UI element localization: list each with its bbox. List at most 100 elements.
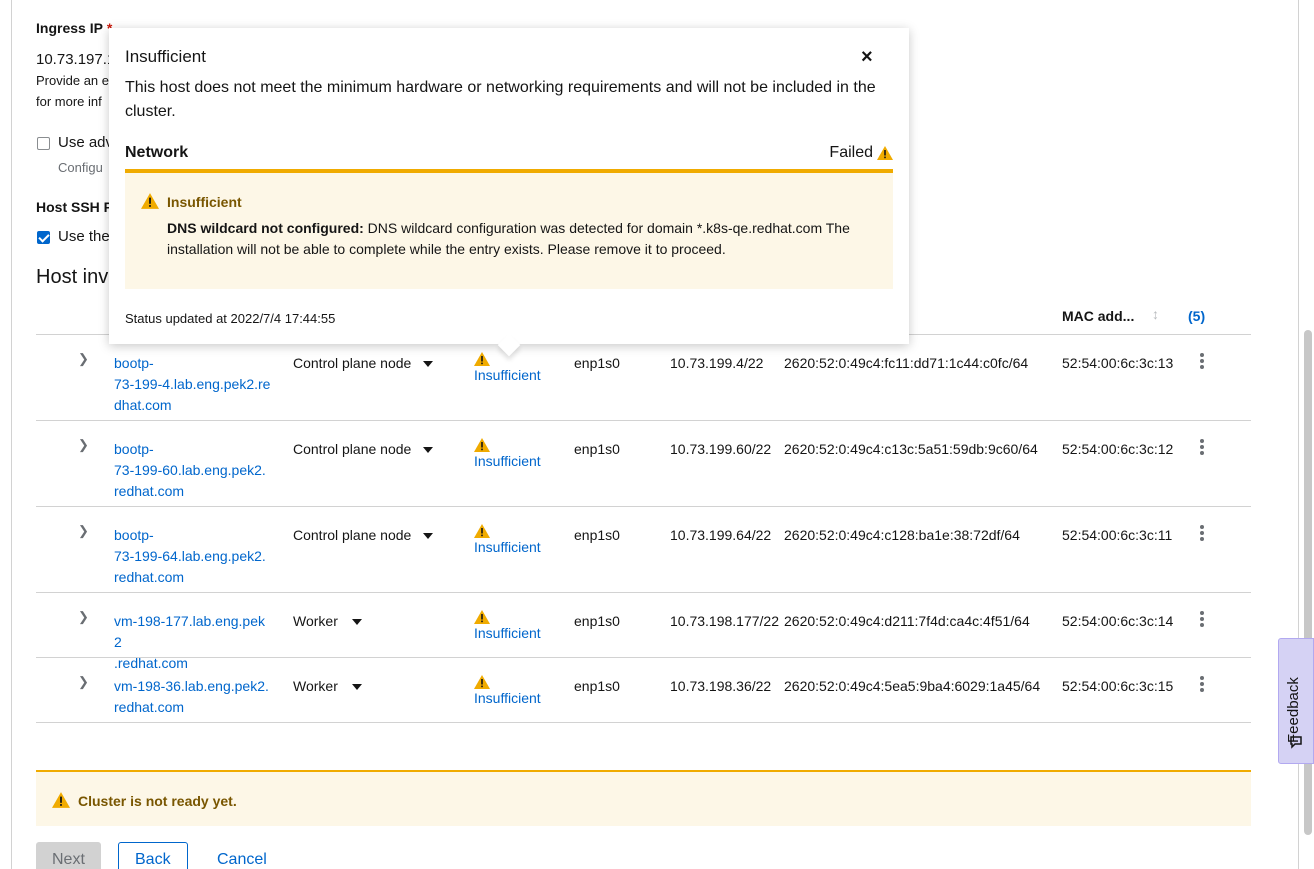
warning-icon (141, 193, 159, 209)
host-name-link[interactable]: bootp- 73-199-60.lab.eng.pek2. redhat.com (114, 439, 272, 502)
host-name-line: redhat.com (114, 569, 185, 585)
host-name-line: bootp- (114, 527, 154, 543)
warning-icon (474, 674, 490, 689)
role-dropdown[interactable]: Control plane node (293, 439, 434, 460)
warning-icon (877, 146, 893, 160)
role-dropdown[interactable]: Control plane node (293, 525, 434, 546)
host-name-link[interactable]: vm-198-36.lab.eng.pek2. redhat.com (114, 676, 272, 718)
ingress-ip-label: Ingress IP* (36, 20, 112, 36)
alert-strong-text: DNS wildcard not configured: (167, 220, 364, 236)
nic-name: enp1s0 (574, 527, 620, 543)
ipv4-address: 10.73.199.60/22 (670, 441, 772, 457)
status-label: Insufficient (474, 690, 541, 706)
table-row: ❯ bootp- 73-199-64.lab.eng.pek2. redhat.co… (36, 507, 1251, 593)
host-name-line: bootp- (114, 441, 154, 457)
network-status-text: Failed (829, 144, 873, 161)
advanced-networking-helper: Configu (58, 160, 103, 175)
close-icon[interactable]: × (861, 46, 873, 69)
ipv6-address: 2620:52:0:49c4:fc11:dd71:1c44:c0fc/64 (784, 355, 1029, 371)
table-row: ❯ vm-198-36.lab.eng.pek2. redhat.com Work… (36, 658, 1251, 723)
back-button[interactable]: Back (118, 842, 188, 869)
host-name-line: 73-199-60.lab.eng.pek2. (114, 462, 266, 478)
role-label: Control plane node (293, 441, 412, 457)
kebab-icon[interactable] (1200, 676, 1204, 694)
status-label: Insufficient (474, 453, 541, 469)
cluster-not-ready-alert: Cluster is not ready yet. (36, 770, 1251, 826)
advanced-networking-checkbox[interactable] (37, 137, 50, 150)
table-row: ❯ vm-198-177.lab.eng.pek2 .redhat.com Wor… (36, 593, 1251, 671)
status-updated-text: Status updated at 2022/7/4 17:44:55 (125, 311, 336, 326)
kebab-icon[interactable] (1200, 525, 1204, 543)
table-row: ❯ bootp- 73-199-60.lab.eng.pek2. redhat.co… (36, 421, 1251, 507)
ipv4-address: 10.73.199.64/22 (670, 527, 772, 543)
use-ssh-key-checkbox[interactable] (37, 231, 50, 244)
host-name-line: 73-199-64.lab.eng.pek2. (114, 548, 266, 564)
role-label: Worker (293, 613, 338, 629)
status-label: Insufficient (474, 625, 541, 641)
role-label: Control plane node (293, 527, 412, 543)
kebab-icon[interactable] (1200, 611, 1204, 629)
caret-down-icon (423, 532, 434, 539)
warning-icon (474, 437, 490, 452)
ipv6-address: 2620:52:0:49c4:d211:7f4d:ca4c:4f51/64 (784, 613, 1030, 629)
caret-down-icon (423, 446, 434, 453)
chevron-right-icon[interactable]: ❯ (78, 523, 89, 539)
ipv6-address: 2620:52:0:49c4:5ea5:9ba4:6029:1a45/64 (784, 678, 1041, 694)
role-dropdown[interactable]: Worker (293, 676, 362, 697)
advanced-networking-label: Use adv (58, 134, 114, 151)
mac-address: 52:54:00:6c:3c:15 (1062, 678, 1174, 694)
host-count: (5) (1188, 308, 1206, 324)
mac-address-header[interactable]: MAC add... (1062, 308, 1134, 324)
role-label: Worker (293, 678, 338, 694)
ingress-ip-label-text: Ingress IP (36, 20, 103, 36)
chevron-right-icon[interactable]: ❯ (78, 351, 89, 367)
ipv4-address: 10.73.198.177/22 (670, 613, 779, 629)
mac-address: 52:54:00:6c:3c:13 (1062, 355, 1174, 371)
host-inventory-title: Host inv (36, 266, 109, 288)
cancel-button[interactable]: Cancel (201, 842, 283, 869)
dns-wildcard-alert: Insufficient DNS wildcard not configured… (125, 171, 893, 289)
use-ssh-key-label: Use the (58, 228, 110, 245)
host-name-line: bootp- (114, 355, 154, 371)
ipv4-address: 10.73.198.36/22 (670, 678, 772, 694)
network-section-title: Network (125, 144, 189, 161)
host-ssh-label: Host SSH P (36, 199, 114, 215)
ipv6-address: 2620:52:0:49c4:c13c:5a51:59db:9c60/64 (784, 441, 1038, 457)
kebab-icon[interactable] (1200, 439, 1204, 457)
status-insufficient[interactable]: Insufficient (474, 523, 541, 558)
host-name-line: 73-199-4.lab.eng.pek2.re (114, 376, 271, 392)
status-insufficient[interactable]: Insufficient (474, 674, 541, 709)
feedback-label: Feedback (1285, 677, 1302, 743)
alert-title: Insufficient (167, 194, 242, 210)
role-dropdown[interactable]: Control plane node (293, 353, 434, 374)
status-insufficient[interactable]: Insufficient (474, 437, 541, 472)
role-dropdown[interactable]: Worker (293, 611, 362, 632)
chevron-right-icon[interactable]: ❯ (78, 437, 89, 453)
host-name-link[interactable]: bootp- 73-199-4.lab.eng.pek2.re dhat.com (114, 353, 272, 416)
nic-name: enp1s0 (574, 678, 620, 694)
status-insufficient[interactable]: Insufficient (474, 609, 541, 644)
status-label: Insufficient (474, 539, 541, 555)
kebab-icon[interactable] (1200, 353, 1204, 371)
ipv6-address: 2620:52:0:49c4:c128:ba1e:38:72df/64 (784, 527, 1020, 543)
status-insufficient[interactable]: Insufficient (474, 351, 541, 386)
next-button[interactable]: Next (36, 842, 101, 869)
host-name-link[interactable]: bootp- 73-199-64.lab.eng.pek2. redhat.com (114, 525, 272, 588)
status-label: Insufficient (474, 367, 541, 383)
host-name-line: vm-198-36.lab.eng.pek2. (114, 678, 269, 694)
chevron-right-icon[interactable]: ❯ (78, 674, 89, 690)
popover-title: Insufficient (125, 47, 206, 66)
ipv4-address: 10.73.199.4/22 (670, 355, 764, 371)
mac-address: 52:54:00:6c:3c:11 (1062, 527, 1173, 543)
host-name-line: redhat.com (114, 699, 185, 715)
chevron-right-icon[interactable]: ❯ (78, 609, 89, 625)
mac-address: 52:54:00:6c:3c:12 (1062, 441, 1174, 457)
cluster-alert-text: Cluster is not ready yet. (78, 793, 237, 809)
host-name-line: vm-198-177.lab.eng.pek2 (114, 613, 265, 650)
status-popover: Insufficient × This host does not meet t… (109, 28, 909, 357)
sort-icon[interactable]: ↕ (1152, 306, 1159, 322)
caret-down-icon (423, 360, 434, 367)
caret-down-icon (351, 683, 362, 690)
feedback-tab[interactable]: Feedback (1278, 638, 1314, 764)
warning-icon (52, 792, 70, 808)
